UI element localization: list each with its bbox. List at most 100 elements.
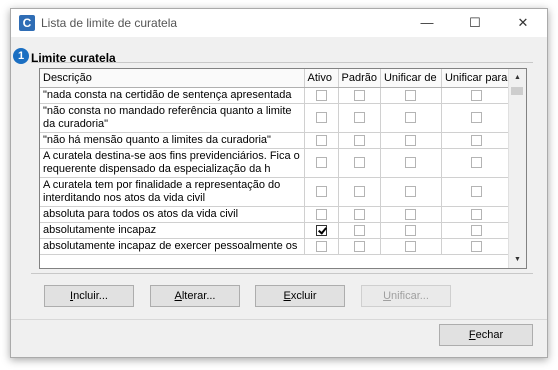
- padrao-checkbox[interactable]: [353, 157, 365, 169]
- ativo-checkbox[interactable]: [315, 134, 327, 146]
- table-row[interactable]: "nada consta na certidão de sentença apr…: [40, 87, 512, 104]
- padrao-checkbox[interactable]: [353, 224, 365, 236]
- row-descricao[interactable]: absolutamente incapaz: [40, 222, 305, 239]
- col-header-ativo[interactable]: Ativo: [304, 69, 339, 88]
- unificar-para-checkbox[interactable]: [470, 186, 482, 198]
- table-row[interactable]: absolutamente incapaz: [40, 222, 512, 239]
- unificar-de-checkbox[interactable]: [405, 208, 417, 220]
- table-row[interactable]: absoluta para todos os atos da vida civi…: [40, 206, 512, 223]
- row-unificar-para-cell: [441, 206, 512, 223]
- row-descricao[interactable]: absoluta para todos os atos da vida civi…: [40, 206, 305, 223]
- col-header-padrao[interactable]: Padrão: [338, 69, 381, 88]
- row-ativo-cell: [304, 87, 339, 104]
- row-ativo-cell: [304, 132, 339, 149]
- curatela-grid[interactable]: Descrição Ativo Padrão Unificar de Unifi…: [39, 68, 527, 269]
- close-button[interactable]: ✕: [501, 9, 545, 37]
- row-unificar-de-cell: [380, 103, 442, 133]
- ativo-checkbox[interactable]: [315, 240, 327, 252]
- unificar-para-checkbox[interactable]: [470, 157, 482, 169]
- ativo-checkbox[interactable]: [315, 157, 327, 169]
- row-padrao-cell: [338, 132, 381, 149]
- scroll-up-icon[interactable]: ▲: [509, 69, 526, 86]
- row-ativo-cell: [304, 177, 339, 207]
- col-header-unificar-de[interactable]: Unificar de: [380, 69, 442, 88]
- unificar-de-checkbox[interactable]: [405, 186, 417, 198]
- incluir-label: Incluir...: [70, 290, 108, 302]
- row-unificar-de-cell: [380, 222, 442, 239]
- ativo-checkbox[interactable]: [315, 186, 327, 198]
- incluir-button[interactable]: Incluir...: [44, 285, 134, 307]
- padrao-checkbox[interactable]: [353, 134, 365, 146]
- row-unificar-de-cell: [380, 206, 442, 223]
- row-unificar-de-cell: [380, 87, 442, 104]
- unificar-de-checkbox[interactable]: [405, 134, 417, 146]
- row-ativo-cell: [304, 222, 339, 239]
- table-row[interactable]: A curatela destina-se aos fins previdenc…: [40, 148, 512, 178]
- unificar-de-checkbox[interactable]: [405, 89, 417, 101]
- unificar-de-checkbox[interactable]: [405, 240, 417, 252]
- unificar-de-checkbox[interactable]: [405, 224, 417, 236]
- row-unificar-para-cell: [441, 222, 512, 239]
- row-unificar-para-cell: [441, 148, 512, 178]
- ativo-checkbox[interactable]: [315, 224, 327, 236]
- padrao-checkbox[interactable]: [353, 208, 365, 220]
- row-unificar-de-cell: [380, 148, 442, 178]
- padrao-checkbox[interactable]: [353, 186, 365, 198]
- fechar-label: Fechar: [468, 329, 504, 341]
- row-unificar-para-cell: [441, 238, 512, 255]
- unificar-de-checkbox[interactable]: [405, 157, 417, 169]
- row-padrao-cell: [338, 103, 381, 133]
- ativo-checkbox[interactable]: [315, 89, 327, 101]
- row-ativo-cell: [304, 238, 339, 255]
- fechar-button[interactable]: Fechar: [439, 324, 533, 346]
- footer-divider: [11, 319, 547, 320]
- row-descricao[interactable]: absolutamente incapaz de exercer pessoal…: [40, 238, 305, 255]
- unificar-para-checkbox[interactable]: [470, 89, 482, 101]
- unificar-label: Unificar...: [383, 290, 429, 302]
- col-header-descricao[interactable]: Descrição: [40, 69, 305, 88]
- grid-header-row: Descrição Ativo Padrão Unificar de Unifi…: [40, 69, 512, 88]
- scroll-down-icon[interactable]: ▼: [509, 251, 526, 268]
- row-padrao-cell: [338, 206, 381, 223]
- row-ativo-cell: [304, 103, 339, 133]
- row-descricao[interactable]: A curatela tem por finalidade a represen…: [40, 177, 305, 207]
- grid-table: Descrição Ativo Padrão Unificar de Unifi…: [40, 69, 512, 255]
- padrao-checkbox[interactable]: [353, 112, 365, 124]
- row-padrao-cell: [338, 222, 381, 239]
- unificar-para-checkbox[interactable]: [470, 208, 482, 220]
- row-unificar-para-cell: [441, 132, 512, 149]
- table-row[interactable]: A curatela tem por finalidade a represen…: [40, 177, 512, 207]
- padrao-checkbox[interactable]: [353, 240, 365, 252]
- row-descricao[interactable]: "não consta no mandado referência quanto…: [40, 103, 305, 133]
- vertical-scrollbar[interactable]: ▲ ▼: [508, 69, 526, 268]
- maximize-button[interactable]: ☐: [453, 9, 497, 37]
- padrao-checkbox[interactable]: [353, 89, 365, 101]
- action-divider: [31, 273, 533, 274]
- row-descricao[interactable]: A curatela destina-se aos fins previdenc…: [40, 148, 305, 178]
- table-row[interactable]: "não há mensão quanto a limites da curad…: [40, 132, 512, 149]
- row-unificar-de-cell: [380, 177, 442, 207]
- unificar-para-checkbox[interactable]: [470, 134, 482, 146]
- minimize-button[interactable]: —: [405, 9, 449, 37]
- col-header-unificar-para[interactable]: Unificar para: [441, 69, 512, 88]
- excluir-button[interactable]: Excluir: [255, 285, 345, 307]
- excluir-label: Excluir: [283, 290, 317, 302]
- unificar-para-checkbox[interactable]: [470, 240, 482, 252]
- unificar-button[interactable]: Unificar...: [361, 285, 451, 307]
- row-ativo-cell: [304, 148, 339, 178]
- ativo-checkbox[interactable]: [315, 112, 327, 124]
- row-padrao-cell: [338, 148, 381, 178]
- title-bar: C Lista de limite de curatela — ☐ ✕: [11, 9, 547, 37]
- group-divider: [31, 62, 533, 63]
- row-descricao[interactable]: "não há mensão quanto a limites da curad…: [40, 132, 305, 149]
- scroll-thumb[interactable]: [511, 87, 523, 95]
- table-row[interactable]: absolutamente incapaz de exercer pessoal…: [40, 238, 512, 255]
- ativo-checkbox[interactable]: [315, 208, 327, 220]
- alterar-button[interactable]: Alterar...: [150, 285, 240, 307]
- unificar-de-checkbox[interactable]: [405, 112, 417, 124]
- table-row[interactable]: "não consta no mandado referência quanto…: [40, 103, 512, 133]
- row-padrao-cell: [338, 238, 381, 255]
- unificar-para-checkbox[interactable]: [470, 112, 482, 124]
- unificar-para-checkbox[interactable]: [470, 224, 482, 236]
- row-descricao[interactable]: "nada consta na certidão de sentença apr…: [40, 87, 305, 104]
